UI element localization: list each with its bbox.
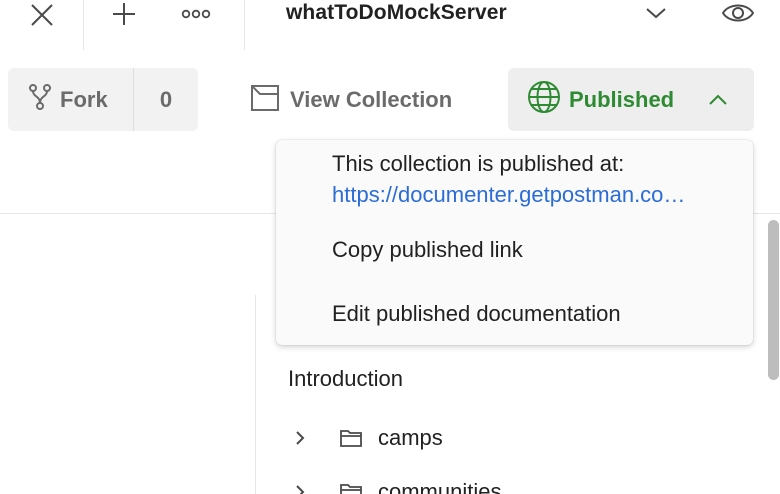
collection-icon bbox=[250, 83, 280, 118]
fork-icon bbox=[28, 84, 52, 115]
folder-name: camps bbox=[378, 425, 443, 450]
tree-item-introduction[interactable]: Introduction bbox=[288, 364, 403, 394]
folder-icon bbox=[338, 426, 364, 450]
view-collection-button[interactable]: View Collection bbox=[250, 80, 452, 120]
fork-count[interactable]: 0 bbox=[134, 68, 198, 131]
scrollbar-thumb[interactable] bbox=[768, 220, 779, 380]
fork-label: Fork bbox=[60, 86, 108, 112]
view-collection-label: View Collection bbox=[290, 87, 453, 112]
tab-bar: whatToDoMockServer bbox=[0, 0, 780, 50]
published-menu-title: This collection is published at: bbox=[332, 151, 625, 176]
chevron-right-icon[interactable] bbox=[288, 480, 312, 494]
close-icon[interactable] bbox=[28, 1, 56, 29]
collection-title[interactable]: whatToDoMockServer bbox=[286, 0, 507, 28]
fork-button[interactable]: Fork bbox=[8, 68, 133, 131]
published-menu: This collection is published at: https:/… bbox=[276, 140, 753, 345]
published-button[interactable]: Published bbox=[508, 68, 754, 131]
fork-button-group: Fork 0 bbox=[8, 68, 198, 131]
sidebar-divider bbox=[255, 295, 256, 494]
chevron-up-icon bbox=[706, 88, 730, 112]
folder-name: communities bbox=[378, 479, 502, 494]
more-horizontal-icon[interactable] bbox=[180, 2, 212, 26]
copy-published-link-item[interactable]: Copy published link bbox=[276, 224, 753, 276]
collection-page: whatToDoMockServer Fork 0 View Collectio… bbox=[0, 0, 780, 494]
eye-icon[interactable] bbox=[718, 0, 758, 26]
tab-divider bbox=[83, 0, 84, 50]
tree-folder-row[interactable]: camps bbox=[288, 421, 443, 455]
tree-folder-row[interactable]: communities bbox=[288, 475, 501, 494]
published-url-link[interactable]: https://documenter.getpostman.com/view/w… bbox=[332, 180, 688, 210]
globe-icon bbox=[527, 80, 561, 119]
chevron-right-icon[interactable] bbox=[288, 426, 312, 450]
plus-icon[interactable] bbox=[110, 0, 138, 28]
folder-icon bbox=[338, 480, 364, 494]
chevron-down-icon[interactable] bbox=[644, 2, 668, 24]
edit-published-documentation-item[interactable]: Edit published documentation bbox=[276, 288, 753, 340]
tab-divider bbox=[244, 0, 245, 50]
published-label: Published bbox=[569, 86, 675, 112]
